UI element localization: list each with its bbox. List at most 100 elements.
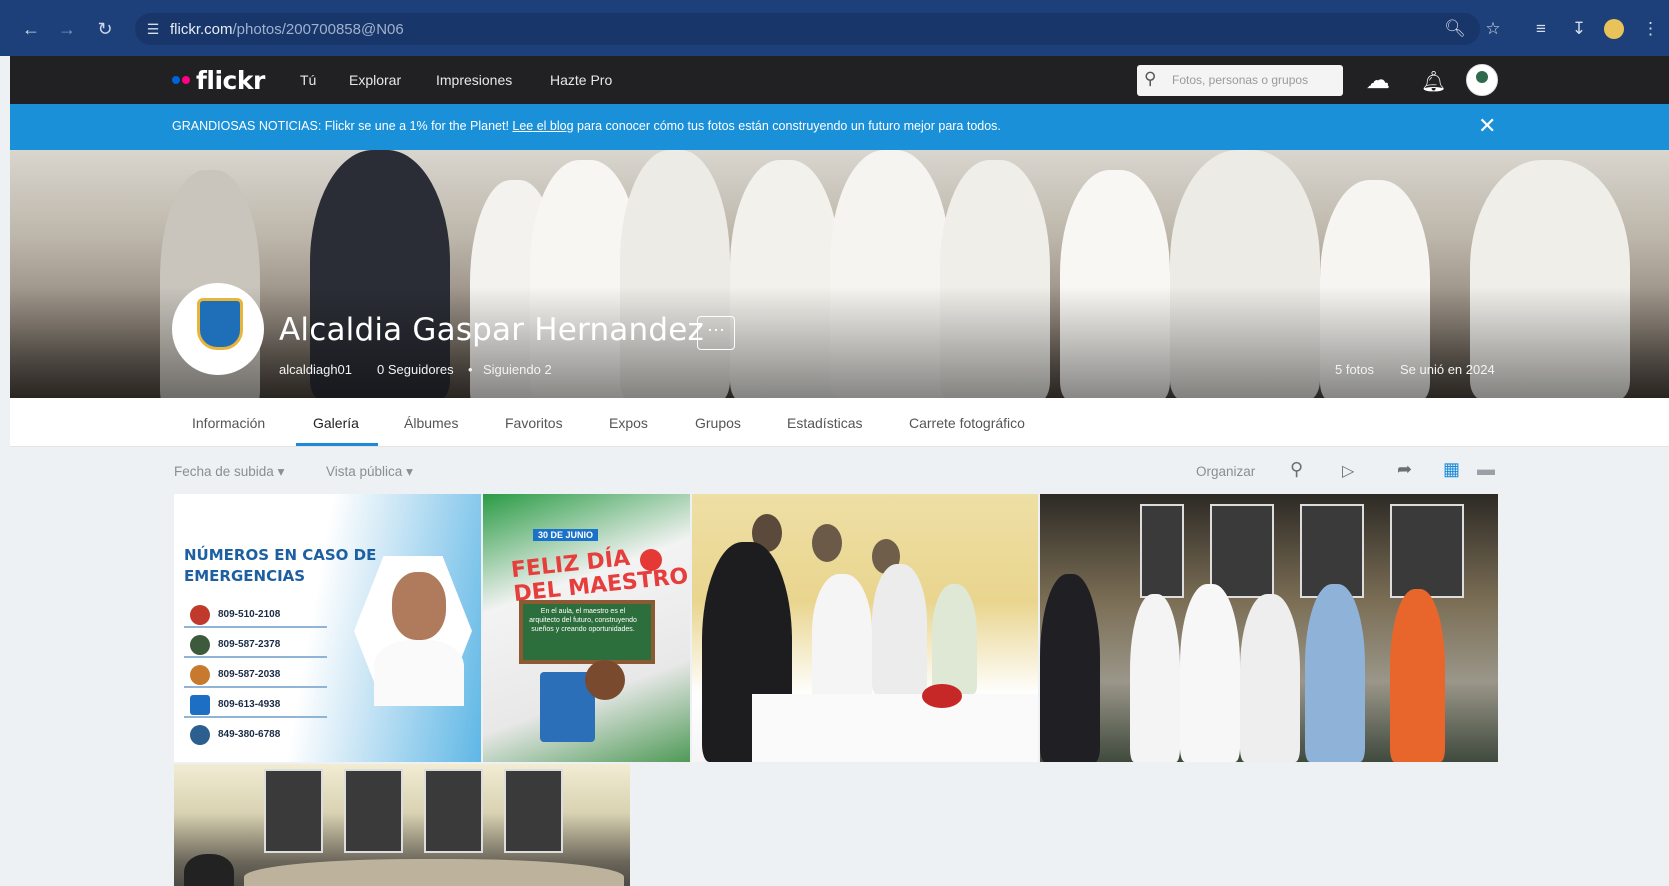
- upload-cloud-icon[interactable]: ☁: [1366, 66, 1390, 95]
- profile-name: Alcaldia Gaspar Hernandez: [279, 312, 704, 348]
- portrait-face: [392, 572, 446, 640]
- sort-label: Fecha de subida: [174, 464, 274, 479]
- search-placeholder: Fotos, personas o grupos: [1172, 73, 1309, 87]
- emergency-number: 809-587-2378: [218, 639, 281, 650]
- photo-count: 5 fotos: [1335, 362, 1375, 377]
- attendee-figure: [1390, 589, 1445, 762]
- slideshow-icon[interactable]: ▷: [1342, 461, 1354, 481]
- share-icon[interactable]: ➦: [1397, 459, 1412, 480]
- bookmark-star-icon[interactable]: ☆: [1482, 18, 1504, 40]
- tab-albums[interactable]: Álbumes: [404, 415, 458, 431]
- sort-dropdown[interactable]: Fecha de subida ▾: [174, 464, 284, 480]
- view-label: Vista pública: [326, 464, 403, 479]
- back-arrow-icon[interactable]: ←: [20, 18, 42, 40]
- attendee-figure: [1040, 574, 1100, 762]
- row-divider: [184, 716, 327, 718]
- banner-text: GRANDIOSAS NOTICIAS: Flickr se une a 1% …: [172, 119, 1001, 133]
- emergency-title: NÚMEROS EN CASO DE EMERGENCIAS: [184, 545, 376, 587]
- photo-tile-group[interactable]: [174, 764, 630, 886]
- white-table: [752, 694, 1038, 762]
- window-grille: [264, 769, 323, 853]
- url-text[interactable]: flickr.com/photos/200700858@N06: [170, 21, 404, 38]
- nav-you[interactable]: Tú: [300, 72, 316, 88]
- attendee-figure: [812, 574, 872, 704]
- caret-down-icon: ▾: [277, 464, 285, 479]
- tab-gallery[interactable]: Galería: [313, 415, 359, 431]
- search-icon[interactable]: ⚲: [1290, 459, 1303, 480]
- view-dropdown[interactable]: Vista pública ▾: [326, 464, 413, 480]
- cover-photo: [10, 150, 1669, 398]
- child-illustration: [585, 660, 625, 700]
- detail-view-icon[interactable]: ▬: [1477, 459, 1495, 480]
- window-grille: [424, 769, 483, 853]
- emergency-number: 809-613-4938: [218, 699, 281, 710]
- row-divider: [184, 656, 327, 658]
- joined-date: Se unió en 2024: [1400, 362, 1495, 377]
- zoom-icon[interactable]: 🔍︎: [1444, 18, 1466, 40]
- nav-explore[interactable]: Explorar: [349, 72, 401, 88]
- photo-tile-indoor-meeting[interactable]: [692, 494, 1038, 762]
- banner-link[interactable]: Lee el blog: [512, 119, 573, 133]
- emergency-number: 809-587-2038: [218, 669, 281, 680]
- police-badge-icon: [190, 605, 210, 625]
- window-grille: [1210, 504, 1274, 598]
- tab-stats[interactable]: Estadísticas: [787, 415, 862, 431]
- attendee-figure: [1130, 594, 1180, 762]
- attendee-figure: [184, 854, 234, 886]
- attendee-figure: [1240, 594, 1300, 762]
- close-icon[interactable]: ✕: [1478, 113, 1496, 139]
- site-settings-icon[interactable]: ☰: [142, 18, 164, 40]
- banner-suffix: para conocer cómo tus fotos están constr…: [573, 119, 1001, 133]
- nav-get-pro[interactable]: Hazte Pro: [550, 72, 612, 88]
- hospital-icon: [190, 695, 210, 715]
- fire-badge-icon: [190, 665, 210, 685]
- apple-icon: [640, 549, 662, 571]
- municipal-crest-logo: [197, 298, 243, 350]
- user-avatar[interactable]: [1466, 64, 1498, 96]
- row-divider: [184, 686, 327, 688]
- teachers-day-date: 30 DE JUNIO: [533, 529, 599, 541]
- reload-icon[interactable]: ↻: [94, 18, 116, 40]
- window-grille: [1140, 504, 1184, 598]
- emergency-number: 849-380-6788: [218, 729, 281, 740]
- following-count[interactable]: Siguiendo 2: [483, 362, 552, 377]
- attendee-figure: [1180, 584, 1240, 762]
- organize-link[interactable]: Organizar: [1196, 464, 1255, 479]
- attendee-figure: [872, 564, 927, 694]
- reading-list-icon[interactable]: ≡: [1530, 18, 1552, 40]
- emergency-title-line1: NÚMEROS EN CASO DE: [184, 546, 377, 564]
- profile-avatar-icon[interactable]: [1604, 19, 1624, 39]
- more-options-button[interactable]: ⋯: [697, 316, 735, 350]
- logo-text: flickr: [196, 65, 265, 95]
- portrait-shirt: [374, 640, 464, 706]
- municipal-badge-icon: [190, 725, 210, 745]
- browser-menu-icon[interactable]: ⋮: [1642, 18, 1659, 40]
- forward-arrow-icon[interactable]: →: [56, 18, 78, 40]
- download-icon[interactable]: ↧: [1568, 18, 1590, 40]
- tab-galleries[interactable]: Expos: [609, 415, 648, 431]
- tab-favorites[interactable]: Favoritos: [505, 415, 563, 431]
- tab-camera-roll[interactable]: Carrete fotográfico: [909, 415, 1025, 431]
- grid-view-icon[interactable]: ▦: [1443, 459, 1460, 480]
- tab-info[interactable]: Información: [192, 415, 265, 431]
- followers-count[interactable]: 0 Seguidores: [377, 362, 454, 377]
- notifications-bell-icon[interactable]: 🔔︎: [1421, 69, 1446, 94]
- tab-groups[interactable]: Grupos: [695, 415, 741, 431]
- emergency-number: 809-510-2108: [218, 609, 281, 620]
- nav-prints[interactable]: Impresiones: [436, 72, 512, 88]
- flickr-logo[interactable]: flickr: [172, 60, 265, 100]
- profile-username: alcaldiagh01: [279, 362, 353, 377]
- logo-blue-dot: [172, 76, 180, 84]
- row-divider: [184, 626, 327, 628]
- attendee-figure: [1305, 584, 1365, 762]
- army-badge-icon: [190, 635, 210, 655]
- chalkboard-text: En el aula, el maestro es el arquitecto …: [529, 608, 637, 633]
- window-grille: [1390, 504, 1464, 598]
- meta-separator: •: [468, 362, 473, 377]
- logo-pink-dot: [182, 76, 190, 84]
- flower-arrangement: [922, 684, 962, 708]
- photo-tile-outdoor-ceremony[interactable]: [1040, 494, 1498, 762]
- url-path: /photos/200700858@N06: [232, 21, 404, 38]
- caret-down-icon: ▾: [406, 464, 413, 479]
- active-tab-indicator: [296, 443, 378, 446]
